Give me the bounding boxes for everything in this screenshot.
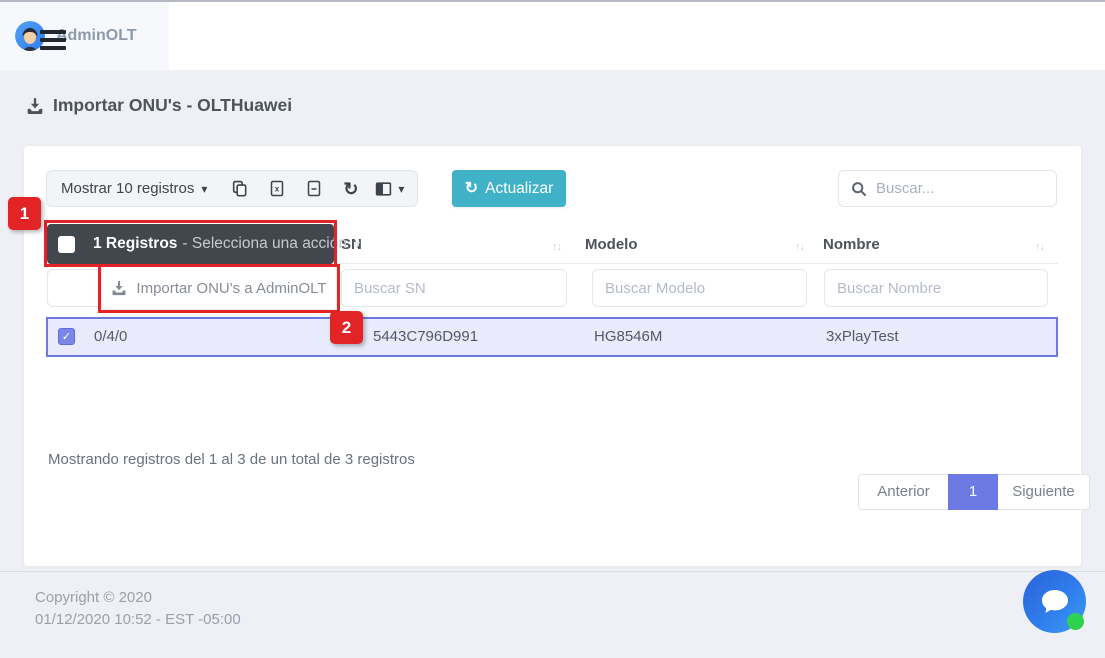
filter-input-modelo[interactable] <box>592 269 807 307</box>
select-action-label: - Selecciona una acción <box>182 235 347 253</box>
copy-button[interactable] <box>221 171 258 206</box>
user-menu[interactable]: AdminOLT <box>0 2 169 70</box>
columns-icon <box>375 181 392 197</box>
row-checkbox-checked[interactable]: ✓ <box>58 328 75 345</box>
filter-input-nombre[interactable] <box>824 269 1048 307</box>
cell-nombre: 3xPlayTest <box>826 319 899 355</box>
top-navbar: AdminOLT <box>0 2 1105 70</box>
search-icon <box>851 181 867 197</box>
select-all-checkbox[interactable] <box>58 236 75 253</box>
hamburger-bar <box>40 30 66 34</box>
hamburger-menu-icon[interactable] <box>40 30 66 50</box>
refresh-icon: ↻ <box>343 180 358 198</box>
table-search <box>838 170 1057 207</box>
import-onus-menu-item[interactable]: Importar ONU's a AdminOLT <box>101 266 337 310</box>
import-icon <box>26 97 44 115</box>
selected-count-label: 1 Registros <box>93 235 177 253</box>
footer-timestamp: 01/12/2020 10:52 - EST -05:00 <box>35 611 241 628</box>
hamburger-bar <box>40 38 66 42</box>
reload-table-button[interactable]: ↻ <box>332 171 369 206</box>
records-summary: Mostrando registros del 1 al 3 de un tot… <box>48 451 415 468</box>
cell-modelo: HG8546M <box>594 319 662 355</box>
bulk-action-dropdown[interactable]: 1 Registros - Selecciona una acción ▾ <box>47 224 334 264</box>
column-header-nombre[interactable]: Nombre <box>823 227 880 263</box>
actualizar-button[interactable]: ↻ Actualizar <box>452 170 566 207</box>
pagination-current-page[interactable]: 1 <box>948 474 998 510</box>
copy-icon <box>231 180 248 197</box>
show-entries-label: Mostrar 10 registros <box>61 180 194 197</box>
cell-port: 0/4/0 <box>94 319 127 355</box>
chevron-down-icon: ▾ <box>354 237 360 251</box>
svg-text:x: x <box>275 185 280 194</box>
footer-divider <box>0 571 1105 572</box>
show-entries-dropdown[interactable]: Mostrar 10 registros ▾ <box>47 171 221 206</box>
cell-sn: 5443C796D991 <box>373 319 478 355</box>
excel-file-icon: x <box>269 180 285 197</box>
export-excel-button[interactable]: x <box>258 171 295 206</box>
page-title: Importar ONU's - OLTHuawei <box>26 95 292 116</box>
footer-copyright: Copyright © 2020 <box>35 589 152 606</box>
pagination-previous-button[interactable]: Anterior <box>858 474 948 510</box>
sort-icon[interactable]: ↑↓ <box>552 229 561 265</box>
online-status-dot <box>1067 613 1084 630</box>
refresh-icon: ↻ <box>465 181 478 197</box>
import-icon <box>111 280 127 296</box>
chevron-down-icon: ▾ <box>201 182 207 196</box>
actualizar-label: Actualizar <box>485 180 553 198</box>
export-file-button[interactable] <box>295 171 332 206</box>
table-toolbar: Mostrar 10 registros ▾ x ↻ ▾ <box>46 170 418 207</box>
filter-input-sn[interactable] <box>341 269 567 307</box>
hamburger-bar <box>40 46 66 50</box>
sort-icon[interactable]: ↑↓ <box>795 229 804 265</box>
page-title-text: Importar ONU's - OLTHuawei <box>53 95 292 116</box>
annotation-badge-2: 2 <box>330 311 363 344</box>
chat-widget-button[interactable] <box>1023 570 1086 633</box>
document-icon <box>306 180 322 197</box>
annotation-badge-1: 1 <box>8 197 41 230</box>
chevron-down-icon: ▾ <box>398 182 404 196</box>
user-name: AdminOLT <box>56 27 137 45</box>
table-row[interactable]: ✓ 0/4/0 5443C796D991 HG8546M 3xPlayTest <box>46 317 1058 357</box>
pagination: Anterior 1 Siguiente <box>858 474 1090 510</box>
pagination-next-button[interactable]: Siguiente <box>998 474 1090 510</box>
import-onus-menu-label: Importar ONU's a AdminOLT <box>136 280 326 297</box>
search-input[interactable] <box>876 180 1056 197</box>
column-visibility-dropdown[interactable]: ▾ <box>369 171 417 206</box>
sort-icon[interactable]: ↑↓ <box>1035 229 1044 265</box>
column-header-modelo[interactable]: Modelo <box>585 227 638 263</box>
chat-bubble-icon <box>1039 588 1071 616</box>
